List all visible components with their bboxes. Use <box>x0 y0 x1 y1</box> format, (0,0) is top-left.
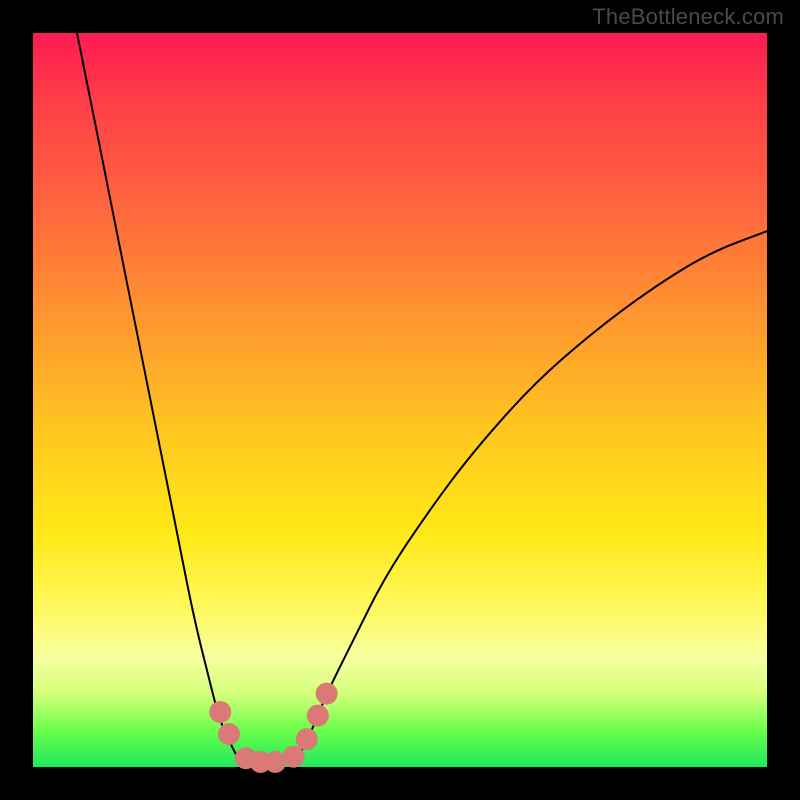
chart-outer-frame: TheBottleneck.com <box>0 0 800 800</box>
highlight-dot <box>218 723 240 745</box>
highlight-dot <box>283 746 305 768</box>
highlight-dot <box>307 705 329 727</box>
watermark-text: TheBottleneck.com <box>592 4 784 30</box>
highlight-dot <box>316 683 338 705</box>
bottleneck-curve <box>77 33 767 765</box>
highlight-dot <box>209 701 231 723</box>
highlight-markers <box>209 683 337 773</box>
curve-group <box>77 33 767 765</box>
highlight-dot <box>296 728 318 750</box>
bottleneck-curve-svg <box>33 33 767 767</box>
chart-plot-area <box>33 33 767 767</box>
